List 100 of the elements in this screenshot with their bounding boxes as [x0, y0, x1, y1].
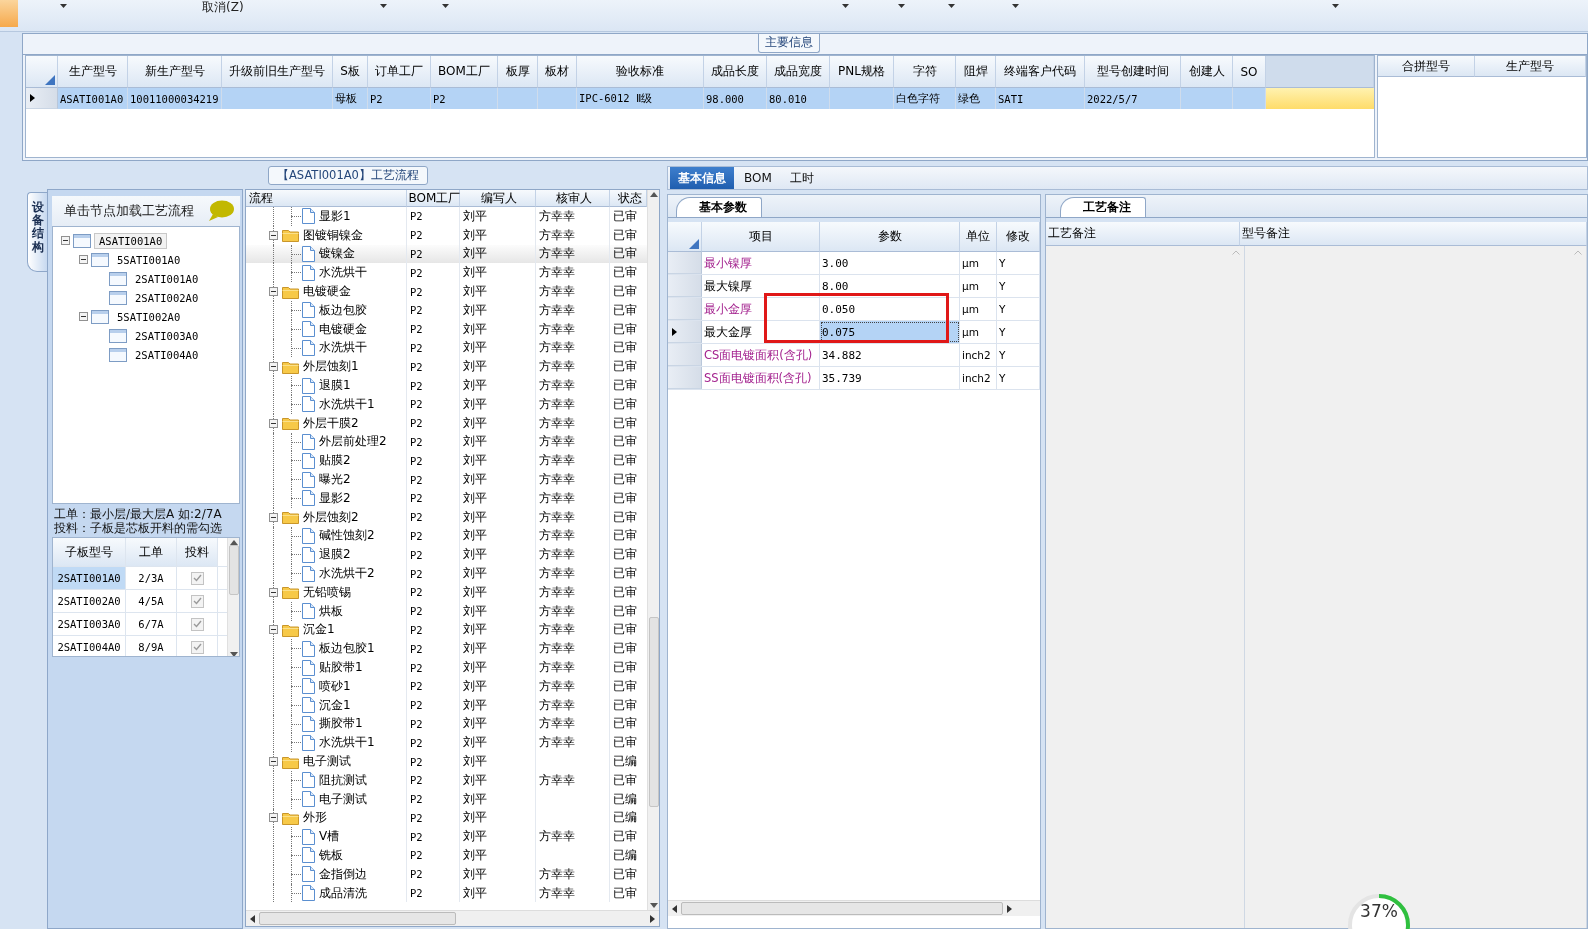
collapse-icon[interactable]	[269, 757, 278, 766]
scroll-left-icon[interactable]	[250, 914, 255, 923]
table-cell[interactable]: 2SATI004A0	[53, 636, 126, 656]
collapse-icon[interactable]	[269, 512, 278, 522]
scrollbar-thumb[interactable]	[228, 545, 239, 595]
column-header[interactable]: 新生产型号	[128, 56, 222, 88]
collapse-icon[interactable]	[269, 362, 278, 372]
tree-row[interactable]: 外形 P2 刘平 已编	[246, 808, 647, 828]
table-cell[interactable]: 35.739	[820, 367, 960, 389]
tree-row[interactable]: 外层蚀刻1 P2 刘平 方幸幸 已审	[246, 357, 647, 377]
caret-icon[interactable]	[948, 4, 955, 8]
table-cell[interactable]: 0.050	[820, 298, 960, 320]
scrollbar[interactable]	[246, 910, 659, 926]
tab[interactable]: BOM	[736, 167, 780, 189]
tree-row[interactable]: 沉金1 P2 刘平 方幸幸 已审	[246, 620, 647, 640]
table-row[interactable]: ASATI001A0 10011000034219 母板 P2 P2 IPC-6012 Ⅱ级 98.000 80.010 白色字符 绿色 SATI 2022/5/7	[26, 88, 1374, 109]
scrollbar-thumb[interactable]	[259, 912, 456, 925]
tree-row[interactable]: 退膜2 P2 刘平 方幸幸 已审	[246, 545, 647, 565]
tab[interactable]: 基本信息	[670, 167, 734, 189]
caret-icon[interactable]	[898, 4, 905, 8]
scroll-down-icon[interactable]	[649, 903, 658, 908]
caret-icon[interactable]	[442, 4, 449, 8]
tree-row[interactable]: V槽 P2 刘平 方幸幸 已审	[246, 827, 647, 847]
table-cell[interactable]: 8.00	[820, 275, 960, 297]
tree-row[interactable]: 沉金1 P2 刘平 方幸幸 已审	[246, 695, 647, 715]
column-header[interactable]: 投料	[177, 538, 218, 566]
tree-row[interactable]: 水洗烘干 P2 刘平 方幸幸 已审	[246, 263, 647, 283]
tree-row[interactable]: 水洗烘干1 P2 刘平 方幸幸 已审	[246, 733, 647, 753]
tree-row[interactable]: 外层干膜2 P2 刘平 方幸幸 已审	[246, 413, 647, 433]
column-header[interactable]: 生产型号	[58, 56, 128, 88]
column-header[interactable]: 参数	[820, 222, 960, 252]
column-header[interactable]: 流程	[246, 190, 407, 207]
tree-row[interactable]: 图镀铜镍金 P2 刘平 方幸幸 已审	[246, 225, 647, 245]
checkbox[interactable]	[190, 617, 204, 631]
column-header[interactable]: 订单工厂	[368, 56, 431, 88]
tree-row[interactable]: 显影1 P2 刘平 方幸幸 已审	[246, 207, 647, 226]
collapse-icon[interactable]	[269, 287, 278, 297]
column-header[interactable]: SO	[1233, 56, 1266, 88]
tree-node[interactable]: 2SATI004A0	[130, 346, 204, 363]
scroll-left-icon[interactable]	[672, 904, 677, 913]
column-header[interactable]: 成品宽度	[767, 56, 830, 88]
tree-node[interactable]: 5SATI001A0	[112, 251, 186, 268]
column-header[interactable]: 核审人	[536, 190, 610, 207]
checkbox[interactable]	[190, 640, 204, 654]
table-cell[interactable]: 3.00	[820, 252, 960, 274]
scrollbar[interactable]	[668, 900, 1040, 916]
collapse-icon[interactable]	[269, 625, 278, 635]
tree-row[interactable]: 镀镍金 P2 刘平 方幸幸 已审	[246, 244, 647, 264]
table-cell[interactable]: 2SATI003A0	[53, 613, 126, 635]
tree-row[interactable]: 电子测试 P2 刘平 已编	[246, 789, 647, 809]
table-cell[interactable]: 2SATI002A0	[53, 590, 126, 612]
tree-row[interactable]: 显影2 P2 刘平 方幸幸 已审	[246, 488, 647, 508]
checkbox[interactable]	[190, 594, 204, 608]
tree-node[interactable]: ASATI001A0	[94, 232, 168, 249]
tree-node[interactable]: 5SATI002A0	[112, 308, 186, 325]
column-header[interactable]: 升级前旧生产型号	[222, 56, 333, 88]
tree-row[interactable]: 外层蚀刻2 P2 刘平 方幸幸 已审	[246, 507, 647, 527]
tree-row[interactable]: 铣板 P2 刘平 已编	[246, 846, 647, 865]
column-header[interactable]: 工艺备注	[1046, 222, 1240, 246]
column-header[interactable]: 成品长度	[704, 56, 767, 88]
tab[interactable]: 工艺备注	[1060, 197, 1146, 217]
tree-row[interactable]: 贴膜2 P2 刘平 方幸幸 已审	[246, 451, 647, 471]
column-header[interactable]: BOM工厂	[407, 190, 460, 207]
tree-row[interactable]: 撕胶带1 P2 刘平 方幸幸 已审	[246, 714, 647, 734]
column-header[interactable]: 单位	[960, 222, 997, 252]
column-header[interactable]: 终端客户代码	[996, 56, 1085, 88]
caret-icon[interactable]	[1332, 4, 1339, 8]
scrollbar[interactable]	[227, 538, 239, 656]
tree-row[interactable]: 金指倒边 P2 刘平 方幸幸 已审	[246, 864, 647, 884]
caret-icon[interactable]	[1012, 4, 1019, 8]
column-header[interactable]: 编写人	[460, 190, 536, 207]
collapse-icon[interactable]	[269, 587, 278, 597]
column-header[interactable]: 型号创建时间	[1085, 56, 1181, 88]
tree-row[interactable]: 水洗烘干 P2 刘平 方幸幸 已审	[246, 338, 647, 358]
table-cell[interactable]: 2SATI001A0	[53, 567, 126, 589]
column-header[interactable]: 验收标准	[577, 56, 704, 88]
tree-row[interactable]: 外层前处理2 P2 刘平 方幸幸 已审	[246, 432, 647, 452]
tree-row[interactable]: 退膜1 P2 刘平 方幸幸 已审	[246, 376, 647, 395]
checkbox[interactable]	[190, 571, 204, 585]
tree-node[interactable]: 2SATI002A0	[130, 289, 204, 306]
column-header[interactable]: PNL规格	[830, 56, 894, 88]
column-header[interactable]: 字符	[894, 56, 956, 88]
tree-row[interactable]: 烘板 P2 刘平 方幸幸 已审	[246, 601, 647, 621]
tree-row[interactable]: 无铅喷锡 P2 刘平 方幸幸 已审	[246, 582, 647, 602]
tree-row[interactable]: 水洗烘干1 P2 刘平 方幸幸 已审	[246, 394, 647, 414]
caret-icon[interactable]	[380, 4, 387, 8]
table-cell[interactable]: 34.882	[820, 344, 960, 366]
scroll-up-icon[interactable]	[649, 192, 658, 197]
column-header[interactable]: 工单	[126, 538, 177, 566]
tree-row[interactable]: 水洗烘干2 P2 刘平 方幸幸 已审	[246, 564, 647, 583]
collapse-icon[interactable]	[269, 230, 278, 240]
tree-row[interactable]: 板边包胶1 P2 刘平 方幸幸 已审	[246, 639, 647, 659]
collapse-icon[interactable]	[79, 255, 88, 264]
tab[interactable]: 工时	[781, 167, 822, 189]
tree-row[interactable]: 喷砂1 P2 刘平 方幸幸 已审	[246, 676, 647, 696]
tree-row[interactable]: 曝光2 P2 刘平 方幸幸 已审	[246, 470, 647, 489]
column-header[interactable]: 修改	[997, 222, 1040, 252]
tree-row[interactable]: 电镀硬金 P2 刘平 方幸幸 已审	[246, 319, 647, 339]
column-header[interactable]: 阻焊	[956, 56, 996, 88]
scroll-down-icon[interactable]	[229, 652, 238, 656]
